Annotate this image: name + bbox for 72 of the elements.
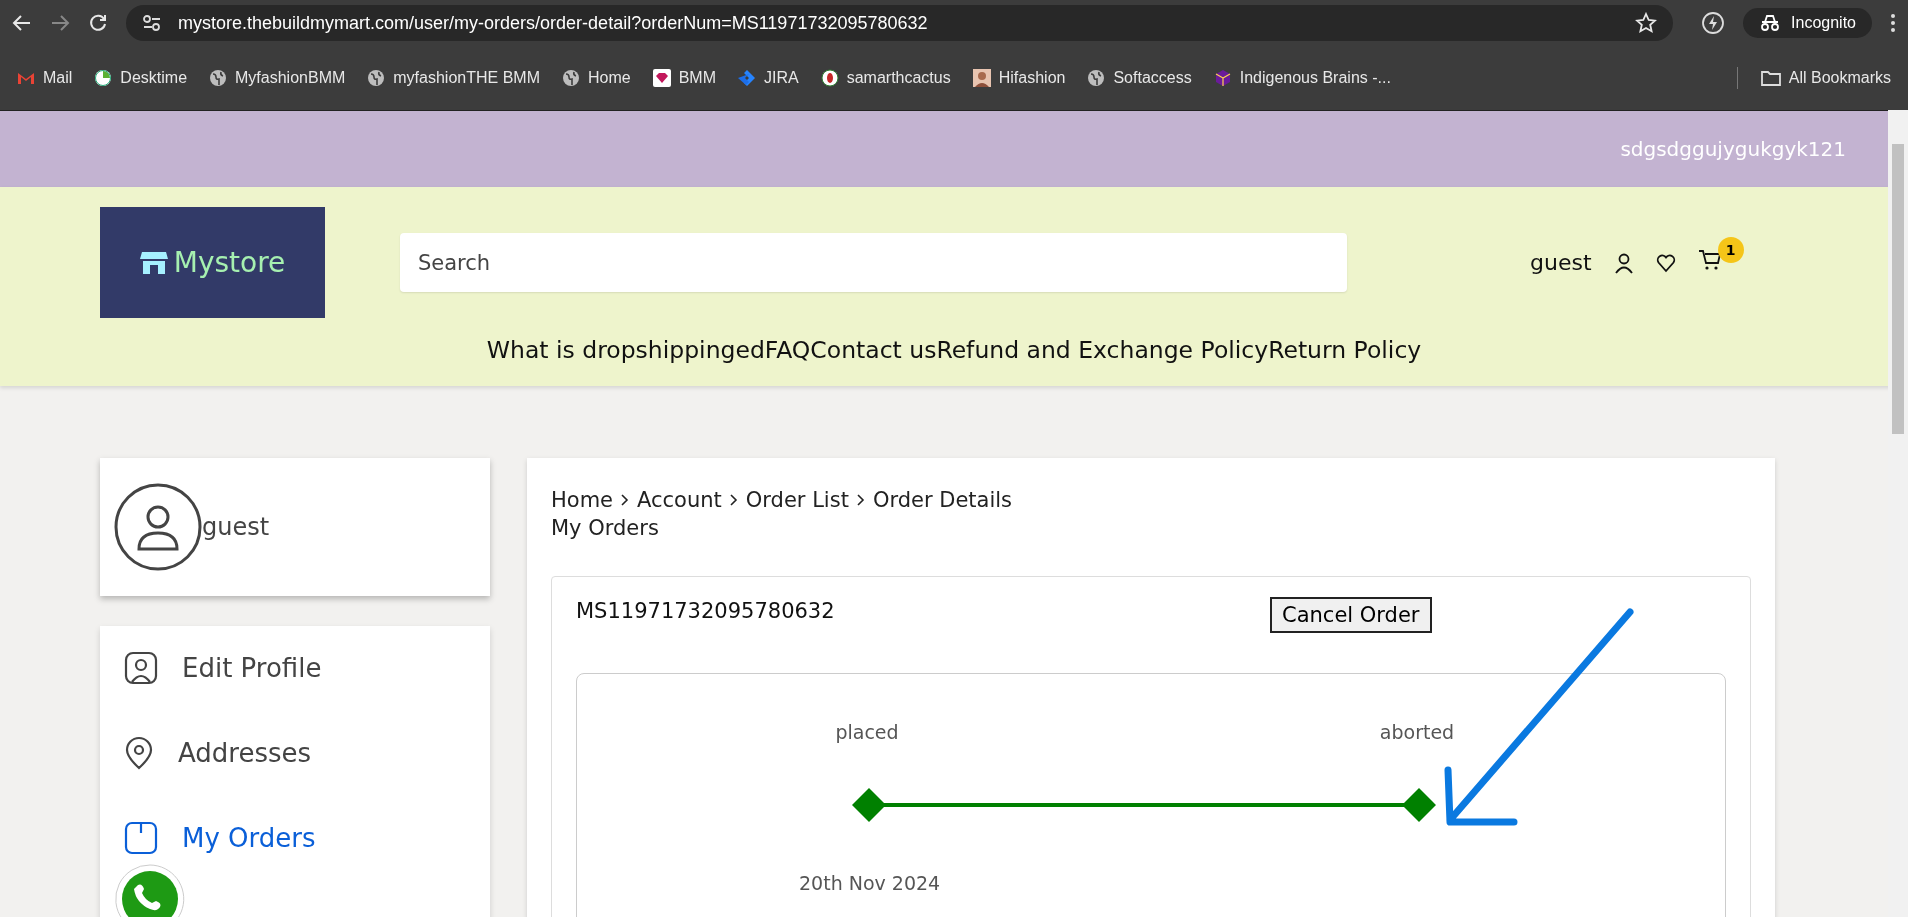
forward-icon[interactable] [50,13,70,33]
chevron-icon [729,494,738,506]
reload-icon[interactable] [88,13,108,33]
nav-link[interactable]: Return Policy [1268,336,1422,364]
incognito-button[interactable]: Incognito [1743,8,1872,38]
cancel-order-button[interactable]: Cancel Order [1270,597,1432,633]
page-title: My Orders [551,516,660,540]
bag-icon [124,821,158,855]
order-date: 20th Nov 2024 [799,872,941,894]
url-text: mystore.thebuildmymart.com/user/my-orders/order-detail?orderNum=MS11971732095780632 [178,12,929,34]
nav-link[interactable]: Refund and Exchange Policy [936,336,1269,364]
address-bar[interactable]: mystore.thebuildmymart.com/user/my-orders/order-detail?orderNum=MS11971732095780632 [126,5,1674,41]
bookmark-item[interactable]: Mail [8,63,82,93]
nav-link[interactable]: FAQ [764,336,811,364]
user-icon[interactable] [1613,251,1634,274]
bookmark-item[interactable]: Home [553,63,640,93]
profile-name: guest [202,513,270,541]
clock-icon [94,69,113,87]
step-label: aborted [1379,721,1455,743]
sidebar-item[interactable]: Addresses [124,733,312,773]
breadcrumb-link[interactable]: Home [551,488,613,512]
user-icon [124,651,158,685]
chevron-icon [621,494,629,506]
nav-link[interactable]: What is dropshippinged [486,336,765,364]
person-icon [972,69,991,87]
breadcrumb-link[interactable]: Order Details [872,488,1013,512]
bookmark-item[interactable]: Hifashion [963,63,1075,93]
bookmark-item[interactable]: Softaccess [1078,63,1201,93]
breadcrumb-link[interactable]: Account [637,488,722,512]
store-logo[interactable]: Mystore [100,207,325,318]
breadcrumb-link[interactable]: Order List [745,488,849,512]
storefront-icon [139,249,168,276]
globe-icon [1087,69,1106,87]
bookmark-item[interactable]: BMM [643,63,725,93]
location-pin-icon [124,736,154,770]
jira-icon [738,69,756,87]
heart-icon[interactable] [1655,252,1676,273]
scrollbar-thumb[interactable] [1892,144,1904,434]
globe-icon [562,69,580,87]
folder-icon [1760,70,1781,86]
avatar-icon [114,483,202,571]
bookmark-item[interactable]: MyfashionBMM [200,63,355,93]
user-name[interactable]: guest [1530,250,1592,275]
cart-icon[interactable] [1697,249,1722,271]
all-bookmarks-button[interactable]: All Bookmarks [1751,63,1900,93]
sidebar-item[interactable]: Edit Profile [124,648,322,688]
globe-icon [209,69,228,87]
site-settings-icon[interactable] [142,14,162,32]
bookmark-item[interactable]: JIRA [729,63,808,93]
back-icon[interactable] [12,13,32,33]
globe-icon [367,69,386,87]
cart-count-badge: 1 [1717,237,1744,263]
cube-icon [1213,69,1232,87]
gem-icon [652,69,671,87]
step-label: placed [835,721,899,743]
leaf-icon [820,69,839,87]
nav-link[interactable]: Contact us [810,336,937,364]
bookmark-item[interactable]: myfashionTHE BMM [358,63,549,93]
order-number: MS11971732095780632 [576,599,836,623]
logo-text: Mystore [173,246,286,279]
bookmark-item[interactable]: Indigenous Brains -... [1204,63,1400,93]
chevron-icon [856,494,865,506]
search-field[interactable]: Search [400,233,1347,292]
mail-icon [17,71,35,85]
bookmark-item[interactable]: samarthcactus [811,63,960,93]
sidebar-item[interactable]: My Orders [124,818,316,858]
lightning-icon[interactable] [1701,11,1726,35]
menu-icon[interactable] [1890,13,1896,33]
banner-text: sdgsdggujygukgyk121 [1620,137,1846,161]
bookmark-item[interactable]: Desktime [85,63,197,93]
incognito-icon [1759,14,1782,32]
star-icon[interactable] [1635,12,1658,34]
